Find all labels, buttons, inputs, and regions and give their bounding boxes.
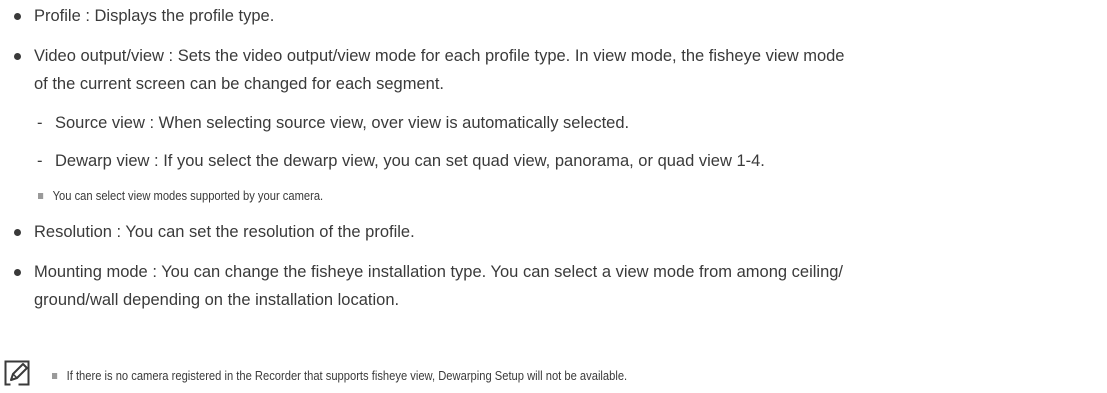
sub-item-dewarp-view-text: Dewarp view : If you select the dewarp v… xyxy=(55,152,765,170)
bullet-dot xyxy=(14,13,21,20)
square-bullet-icon xyxy=(38,193,44,199)
note-fisheye-text: If there is no camera registered in the … xyxy=(66,368,628,383)
bullet-dot xyxy=(14,229,21,236)
sub-item-source-view-text: Source view : When selecting source view… xyxy=(55,114,630,132)
bullet-profile-text: Profile : Displays the profile type. xyxy=(34,7,275,25)
bullet-mounting-mode-continuation: ground/wall depending on the installatio… xyxy=(34,291,400,309)
bullet-video-output-continuation: of the current screen can be changed for… xyxy=(34,75,445,93)
bullet-mounting-mode-text: Mounting mode : You can change the fishe… xyxy=(34,263,844,281)
bullet-resolution-text: Resolution : You can set the resolution … xyxy=(34,223,415,241)
note-pencil-icon xyxy=(4,360,30,386)
document-page: Profile : Displays the profile type. Vid… xyxy=(0,0,1107,393)
bullet-dot xyxy=(14,269,21,276)
dash-mark: - xyxy=(37,152,43,170)
square-bullet-icon xyxy=(52,373,58,379)
dash-mark: - xyxy=(37,114,43,132)
bullet-dot xyxy=(14,53,21,60)
note-view-modes-text: You can select view modes supported by y… xyxy=(52,188,324,203)
bullet-video-output-text: Video output/view : Sets the video outpu… xyxy=(34,47,845,65)
